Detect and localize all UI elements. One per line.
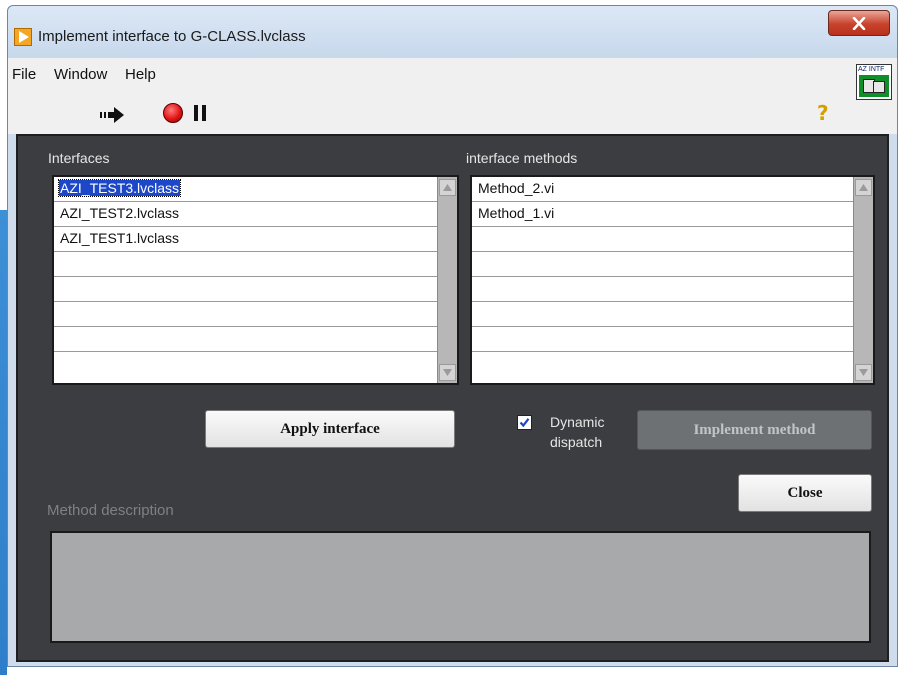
dynamic-dispatch-checkbox[interactable] <box>517 415 532 430</box>
list-item[interactable] <box>54 277 437 302</box>
apply-interface-button[interactable]: Apply interface <box>205 410 455 448</box>
arrow-down-icon <box>859 369 868 376</box>
menu-window[interactable]: Window <box>54 66 107 83</box>
close-icon <box>852 17 866 30</box>
abort-icon[interactable] <box>163 103 183 123</box>
list-item[interactable]: AZI_TEST3.lvclass <box>54 177 437 202</box>
list-item[interactable] <box>54 252 437 277</box>
menu-file[interactable]: File <box>12 66 36 83</box>
vi-icon-label: AZ INTF <box>858 66 885 73</box>
list-item[interactable]: AZI_TEST2.lvclass <box>54 202 437 227</box>
title-bar[interactable]: Implement interface to G-CLASS.lvclass <box>8 6 897 58</box>
list-item[interactable] <box>472 352 853 377</box>
method-description-label: Method description <box>47 502 174 519</box>
list-item[interactable]: Method_2.vi <box>472 177 853 202</box>
interfaces-scrollbar[interactable] <box>437 177 457 383</box>
arrow-up-icon <box>859 184 868 191</box>
list-item[interactable] <box>54 302 437 327</box>
list-item[interactable]: Method_1.vi <box>472 202 853 227</box>
toolbar: ? <box>8 96 897 134</box>
dynamic-dispatch-label: Dynamic dispatch <box>550 414 605 450</box>
desktop-background <box>0 0 7 675</box>
implement-method-button[interactable]: Implement method <box>637 410 872 450</box>
arrow-up-icon <box>443 184 452 191</box>
list-item[interactable] <box>472 227 853 252</box>
menu-bar: File Window Help <box>8 58 897 96</box>
labview-app-icon <box>14 28 32 46</box>
help-icon[interactable]: ? <box>817 101 829 125</box>
list-item[interactable] <box>472 277 853 302</box>
scroll-down-button[interactable] <box>855 364 872 381</box>
scroll-down-button[interactable] <box>439 364 456 381</box>
arrow-down-icon <box>443 369 452 376</box>
scroll-up-button[interactable] <box>439 179 456 196</box>
list-item[interactable]: AZI_TEST1.lvclass <box>54 227 437 252</box>
method-description-field <box>50 531 871 643</box>
list-item[interactable] <box>54 327 437 352</box>
checkmark-icon <box>519 418 530 428</box>
methods-scrollbar[interactable] <box>853 177 873 383</box>
interfaces-label: Interfaces <box>48 150 110 166</box>
pause-icon[interactable] <box>194 105 208 121</box>
list-item[interactable] <box>54 352 437 377</box>
window-close-button[interactable] <box>828 10 890 36</box>
run-arrow-icon[interactable] <box>100 106 126 128</box>
list-item[interactable] <box>472 252 853 277</box>
list-item[interactable] <box>472 302 853 327</box>
interface-methods-label: interface methods <box>466 150 578 166</box>
scroll-up-button[interactable] <box>855 179 872 196</box>
close-button[interactable]: Close <box>738 474 872 512</box>
window-title: Implement interface to G-CLASS.lvclass <box>38 28 306 45</box>
list-item[interactable] <box>472 327 853 352</box>
methods-listbox[interactable]: Method_2.vi Method_1.vi <box>470 175 875 385</box>
menu-help[interactable]: Help <box>125 66 156 83</box>
vi-icon: AZ INTF <box>856 64 892 100</box>
interfaces-listbox[interactable]: AZI_TEST3.lvclass AZI_TEST2.lvclass AZI_… <box>52 175 459 385</box>
